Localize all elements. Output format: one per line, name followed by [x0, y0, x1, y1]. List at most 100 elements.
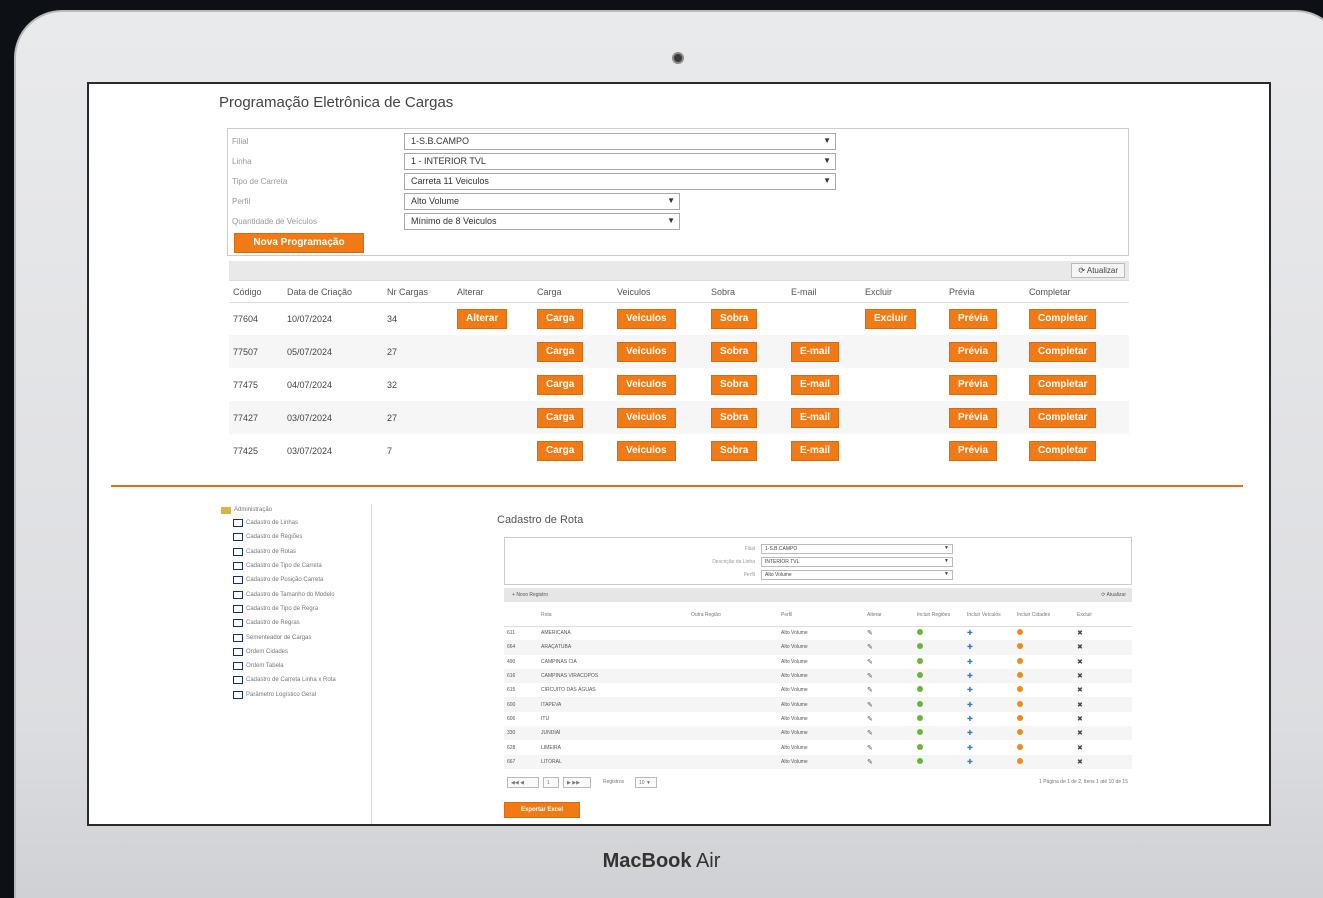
- delete-icon[interactable]: ✖: [1077, 759, 1083, 766]
- completar-button[interactable]: Completar: [1029, 440, 1097, 461]
- tree-item[interactable]: Cadastro de Tipo de Carreta: [233, 559, 336, 573]
- tree-item[interactable]: Cadastro de Rotas: [233, 545, 336, 559]
- pencil-icon[interactable]: ✎: [867, 673, 873, 680]
- add-city-icon[interactable]: [1017, 700, 1023, 707]
- pencil-icon[interactable]: ✎: [867, 730, 873, 737]
- add-city-icon[interactable]: [1017, 729, 1023, 736]
- add-city-icon[interactable]: [1017, 686, 1023, 693]
- add-region-icon[interactable]: [917, 700, 923, 707]
- email-button[interactable]: E-mail: [791, 407, 840, 428]
- add-region-icon[interactable]: [917, 657, 923, 664]
- pager-size-select[interactable]: 10 ▼: [635, 777, 657, 788]
- delete-icon[interactable]: ✖: [1077, 673, 1083, 680]
- add-city-icon[interactable]: [1017, 672, 1023, 679]
- carga-button[interactable]: Carga: [537, 440, 584, 461]
- add-region-icon[interactable]: [917, 643, 923, 650]
- tree-item[interactable]: Ordem Tabela: [233, 659, 336, 673]
- completar-button[interactable]: Completar: [1029, 374, 1097, 395]
- delete-icon[interactable]: ✖: [1077, 644, 1083, 651]
- veiculos-button[interactable]: Veiculos: [617, 308, 676, 329]
- pencil-icon[interactable]: ✎: [867, 702, 873, 709]
- delete-icon[interactable]: ✖: [1077, 630, 1083, 637]
- quantidade-select[interactable]: Mínimo de 8 Veiculos ▼: [404, 213, 680, 230]
- add-city-icon[interactable]: [1017, 629, 1023, 636]
- sobra-button[interactable]: Sobra: [711, 440, 758, 461]
- pencil-icon[interactable]: ✎: [867, 745, 873, 752]
- linha-select[interactable]: 1 - INTERIOR TVL ▼: [404, 153, 836, 170]
- pager-page-input[interactable]: 1: [543, 777, 559, 788]
- tree-item[interactable]: Cadastro de Linhas: [233, 516, 336, 530]
- carga-button[interactable]: Carga: [537, 341, 584, 362]
- tree-item[interactable]: Cadastro de Tipo de Regra: [233, 602, 336, 616]
- add-region-icon[interactable]: [917, 743, 923, 750]
- add-city-icon[interactable]: [1017, 714, 1023, 721]
- veiculos-button[interactable]: Veiculos: [617, 341, 676, 362]
- email-button[interactable]: E-mail: [791, 341, 840, 362]
- add-vehicle-icon[interactable]: ✚: [967, 759, 973, 766]
- tree-root[interactable]: Administração: [221, 504, 336, 516]
- perfil-select[interactable]: Alto Volume ▼: [404, 193, 680, 210]
- delete-icon[interactable]: ✖: [1077, 730, 1083, 737]
- add-vehicle-icon[interactable]: ✚: [967, 702, 973, 709]
- sobra-button[interactable]: Sobra: [711, 407, 758, 428]
- pencil-icon[interactable]: ✎: [867, 644, 873, 651]
- tipo-carreta-select[interactable]: Carreta 11 Veiculos ▼: [404, 173, 836, 190]
- previa-button[interactable]: Prévia: [949, 341, 998, 362]
- cad-perfil-select[interactable]: Alto Volume ▼: [761, 570, 953, 580]
- alterar-button[interactable]: Alterar: [457, 308, 508, 329]
- tree-item[interactable]: Cadastro de Tamanho do Modelo: [233, 587, 336, 601]
- email-button[interactable]: E-mail: [791, 440, 840, 461]
- export-excel-button[interactable]: Exportar Excel: [504, 802, 580, 818]
- sobra-button[interactable]: Sobra: [711, 374, 758, 395]
- carga-button[interactable]: Carga: [537, 374, 584, 395]
- previa-button[interactable]: Prévia: [949, 440, 998, 461]
- veiculos-button[interactable]: Veiculos: [617, 407, 676, 428]
- add-region-icon[interactable]: [917, 714, 923, 721]
- add-region-icon[interactable]: [917, 629, 923, 636]
- add-region-icon[interactable]: [917, 757, 923, 764]
- cad-filial-select[interactable]: 1-S.B.CAMPO ▼: [761, 544, 953, 554]
- add-region-icon[interactable]: [917, 686, 923, 693]
- tree-item[interactable]: Parâmetro Logístico Geral: [233, 688, 336, 702]
- add-vehicle-icon[interactable]: ✚: [967, 730, 973, 737]
- add-vehicle-icon[interactable]: ✚: [967, 659, 973, 666]
- add-vehicle-icon[interactable]: ✚: [967, 630, 973, 637]
- veiculos-button[interactable]: Veiculos: [617, 374, 676, 395]
- previa-button[interactable]: Prévia: [949, 374, 998, 395]
- add-city-icon[interactable]: [1017, 757, 1023, 764]
- add-city-icon[interactable]: [1017, 643, 1023, 650]
- sobra-button[interactable]: Sobra: [711, 308, 758, 329]
- tree-item[interactable]: Cadastro de Regras: [233, 616, 336, 630]
- tree-item[interactable]: Cadastro de Carreta Linha x Rota: [233, 673, 336, 687]
- add-vehicle-icon[interactable]: ✚: [967, 716, 973, 723]
- tree-item[interactable]: Sementeador de Cargas: [233, 630, 336, 644]
- pencil-icon[interactable]: ✎: [867, 687, 873, 694]
- delete-icon[interactable]: ✖: [1077, 716, 1083, 723]
- pencil-icon[interactable]: ✎: [867, 759, 873, 766]
- delete-icon[interactable]: ✖: [1077, 687, 1083, 694]
- sobra-button[interactable]: Sobra: [711, 341, 758, 362]
- tree-item[interactable]: Cadastro de Regiões: [233, 530, 336, 544]
- cad-refresh-button[interactable]: ⟳ Atualizar: [1101, 592, 1126, 598]
- carga-button[interactable]: Carga: [537, 407, 584, 428]
- add-city-icon[interactable]: [1017, 743, 1023, 750]
- add-vehicle-icon[interactable]: ✚: [967, 687, 973, 694]
- new-programacao-button[interactable]: Nova Programação: [234, 233, 364, 253]
- add-vehicle-icon[interactable]: ✚: [967, 745, 973, 752]
- pencil-icon[interactable]: ✎: [867, 716, 873, 723]
- add-region-icon[interactable]: [917, 672, 923, 679]
- pager-prev-button[interactable]: ◀◀ ◀: [507, 777, 539, 788]
- previa-button[interactable]: Prévia: [949, 308, 998, 329]
- filial-select[interactable]: 1-S.B.CAMPO ▼: [404, 133, 836, 150]
- excluir-button[interactable]: Excluir: [865, 308, 917, 329]
- tree-item[interactable]: Cadastro de Posição Carreta: [233, 573, 336, 587]
- previa-button[interactable]: Prévia: [949, 407, 998, 428]
- completar-button[interactable]: Completar: [1029, 341, 1097, 362]
- add-city-icon[interactable]: [1017, 657, 1023, 664]
- completar-button[interactable]: Completar: [1029, 308, 1097, 329]
- veiculos-button[interactable]: Veiculos: [617, 440, 676, 461]
- completar-button[interactable]: Completar: [1029, 407, 1097, 428]
- pager-next-button[interactable]: ▶ ▶▶: [563, 777, 591, 788]
- delete-icon[interactable]: ✖: [1077, 745, 1083, 752]
- delete-icon[interactable]: ✖: [1077, 659, 1083, 666]
